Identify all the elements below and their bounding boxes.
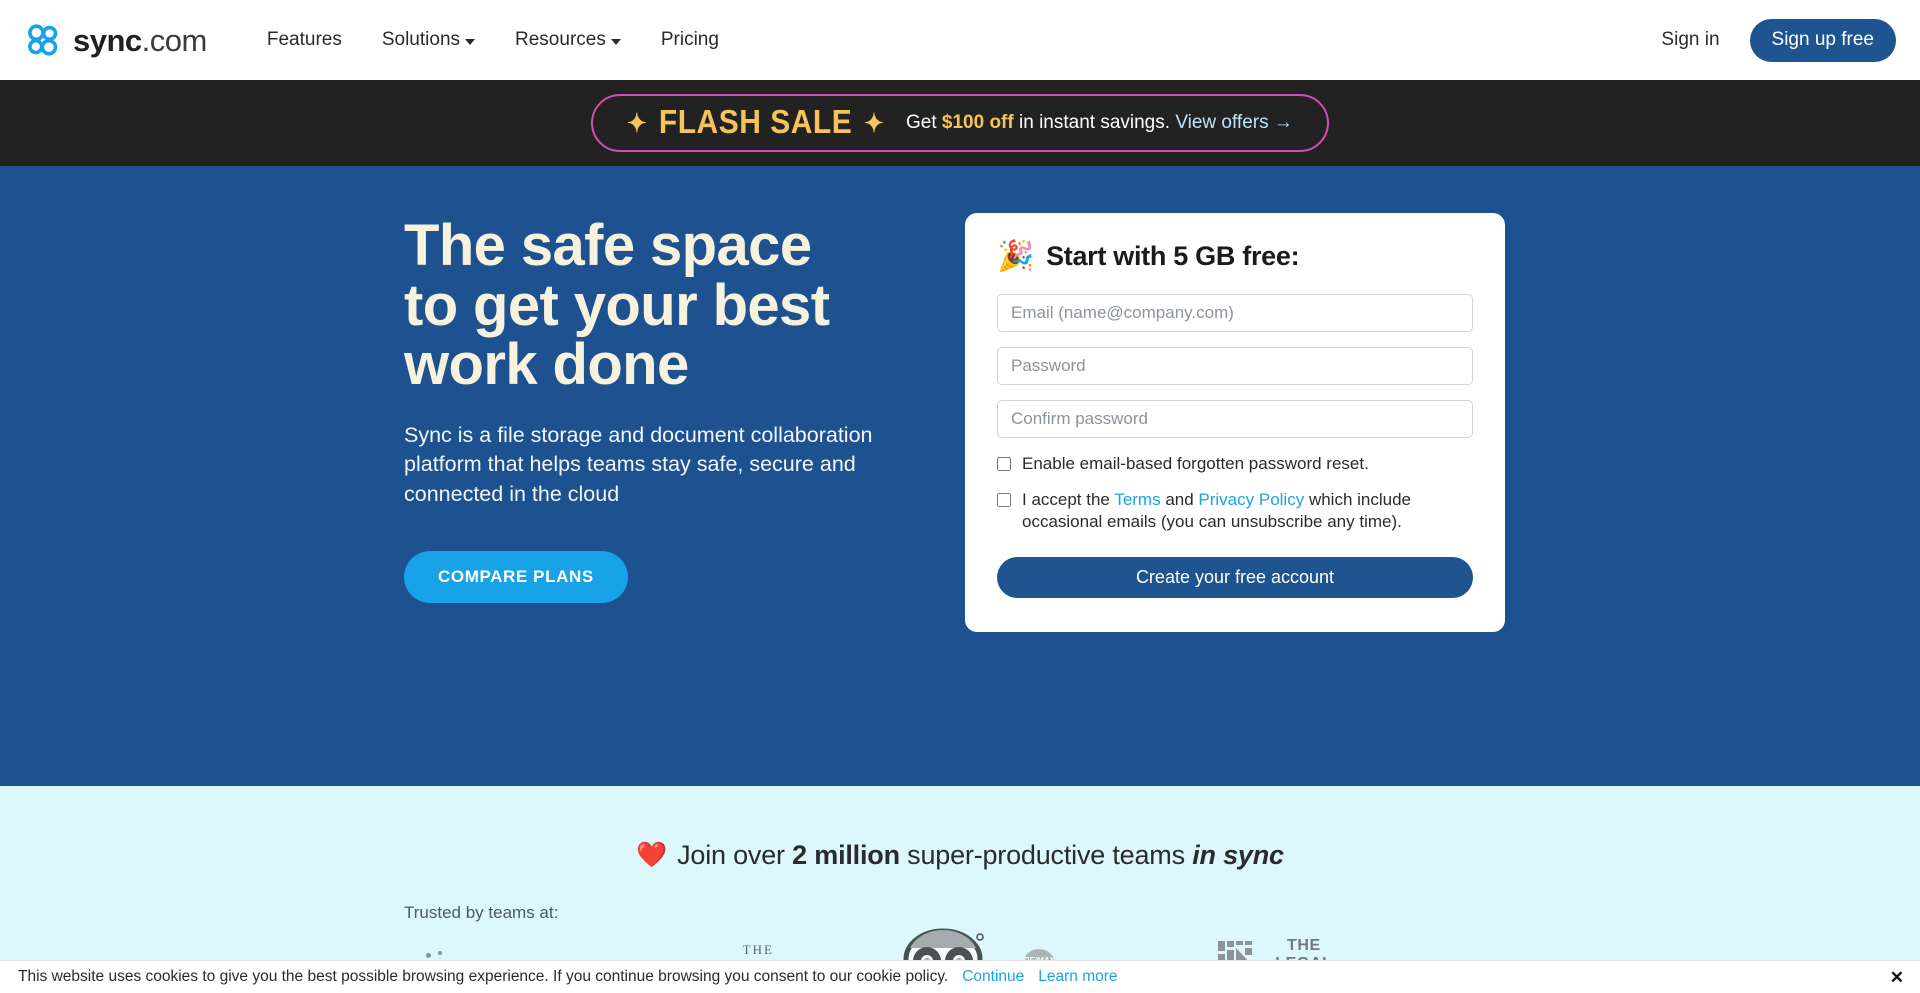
hero-copy: The safe space to get your best work don… [390,216,965,786]
view-offers-link[interactable]: View offers → [1175,112,1293,133]
cookie-learn-more-link[interactable]: Learn more [1038,968,1117,986]
heart-icon: ❤️ [636,841,668,869]
password-reset-label: Enable email-based forgotten password re… [1022,454,1369,473]
header-actions: Sign in Sign up free [1661,18,1896,62]
sync-logo[interactable]: sync.com [22,19,207,61]
headline-line-2: to get your best [404,272,830,338]
sync-logo-text: sync.com [73,22,207,58]
nav-label: Solutions [381,29,461,50]
email-field[interactable] [997,294,1473,332]
headline-line-3: work done [404,332,689,398]
new-yorker-the: THE [742,942,774,957]
create-free-account-button[interactable]: Create your free account [997,556,1473,598]
sync-logo-icon [22,19,64,61]
flash-msg-amount: $100 off [941,112,1014,133]
terms-checkbox[interactable] [997,492,1011,507]
party-popper-icon: 🎉 [997,239,1035,273]
flash-msg-suffix: in instant savings. [1013,112,1176,133]
proof-count: 2 million [792,840,900,870]
cookie-continue-link[interactable]: Continue [962,968,1024,986]
flash-msg-prefix: Get [906,112,942,133]
site-header: sync.com Features Solutions Resources Pr… [0,0,1920,80]
terms-mid: and [1160,489,1199,509]
nav-label: Features [266,29,342,50]
trusted-by-label: Trusted by teams at: [404,903,559,922]
terms-checkbox-row[interactable]: I accept the Terms and Privacy Policy wh… [997,489,1473,534]
hero-subheading: Sync is a file storage and document coll… [404,423,873,506]
privacy-policy-link[interactable]: Privacy Policy [1198,490,1304,509]
nav-item-solutions[interactable]: Solutions [381,29,476,51]
headline-line-1: The safe space [404,213,812,278]
flash-sale-message: Get $100 off in instant savings. View of… [906,112,1293,134]
nav-label: Pricing [660,29,719,50]
terms-link[interactable]: Terms [1114,490,1160,509]
chevron-down-icon [465,38,476,45]
proof-prefix: Join over [677,840,793,870]
primary-nav: Features Solutions Resources Pricing [267,29,719,51]
nav-label: Resources [515,29,606,50]
proof-mid: super-productive teams [899,840,1193,870]
password-reset-checkbox-row[interactable]: Enable email-based forgotten password re… [997,453,1473,476]
signup-card-title: 🎉 Start with 5 GB free: [997,241,1473,272]
hero-section: The safe space to get your best work don… [0,166,1920,786]
password-reset-checkbox[interactable] [997,457,1011,471]
page-title: The safe space to get your best work don… [404,216,965,395]
flash-sale-title: ✦ FLASH SALE ✦ [627,104,884,142]
signup-card: 🎉 Start with 5 GB free: Enable email-bas… [965,213,1505,632]
sign-up-free-button[interactable]: Sign up free [1749,18,1896,62]
terms-label: I accept the Terms and Privacy Policy wh… [1022,489,1473,534]
social-proof-heading: ❤️ Join over 2 million super-productive … [636,840,1284,871]
nav-item-resources[interactable]: Resources [515,29,621,51]
sparkle-icon: ✦ [627,107,647,137]
flash-sale-label: FLASH SALE [658,103,853,141]
signup-card-title-text: Start with 5 GB free: [1046,241,1300,271]
chevron-down-icon [610,38,621,45]
cookie-consent-bar: This website uses cookies to give you th… [0,960,1920,993]
proof-italic: in sync [1192,840,1284,870]
compare-plans-button[interactable]: COMPARE PLANS [404,550,628,603]
legal-aid-line1: THE [1286,937,1321,955]
confirm-password-field[interactable] [997,400,1473,438]
flash-sale-banner: ✦ FLASH SALE ✦ Get $100 off in instant s… [0,80,1920,166]
sign-in-link[interactable]: Sign in [1661,29,1719,51]
close-icon[interactable]: ✕ [1890,969,1904,986]
password-field[interactable] [997,347,1473,385]
cookie-text: This website uses cookies to give you th… [18,968,949,985]
nav-item-pricing[interactable]: Pricing [661,29,719,51]
sparkle-icon: ✦ [864,107,884,137]
nav-item-features[interactable]: Features [267,29,342,51]
flash-sale-pill[interactable]: ✦ FLASH SALE ✦ Get $100 off in instant s… [591,94,1329,152]
terms-prefix: I accept the [1022,489,1115,509]
proof-heading-text: Join over 2 million super-productive tea… [677,840,1284,871]
